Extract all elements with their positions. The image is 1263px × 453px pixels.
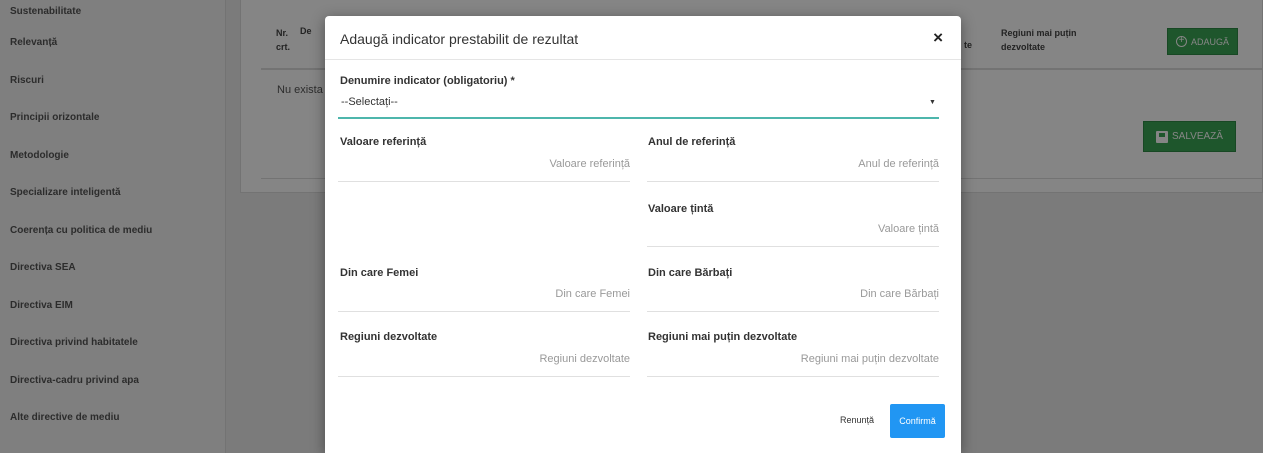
- barbati-label: Din care Bărbați: [648, 267, 733, 279]
- anul-referinta-input[interactable]: Anul de referință: [647, 158, 939, 170]
- add-indicator-modal: Adaugă indicator prestabilit de rezultat…: [325, 16, 961, 453]
- indicator-select-value: --Selectați--: [341, 96, 398, 108]
- field-underline: [338, 376, 630, 377]
- regiuni-mai-putin-input[interactable]: Regiuni mai puțin dezvoltate: [647, 353, 939, 365]
- chevron-down-icon: ▼: [929, 99, 936, 106]
- femei-label: Din care Femei: [340, 267, 419, 279]
- regiuni-dezvoltate-input[interactable]: Regiuni dezvoltate: [338, 353, 630, 365]
- field-underline: [647, 181, 939, 182]
- field-underline: [647, 376, 939, 377]
- femei-input[interactable]: Din care Femei: [338, 288, 630, 300]
- field-underline: [647, 311, 939, 312]
- cancel-button[interactable]: Renunță: [840, 415, 874, 425]
- field-underline: [338, 311, 630, 312]
- select-underline: [338, 117, 939, 119]
- field-underline: [647, 246, 939, 247]
- indicator-label: Denumire indicator (obligatoriu) *: [340, 75, 515, 87]
- regiuni-mai-putin-label: Regiuni mai puțin dezvoltate: [648, 331, 798, 343]
- confirm-button[interactable]: Confirmă: [890, 404, 945, 438]
- close-icon[interactable]: ×: [933, 28, 943, 48]
- field-underline: [338, 181, 630, 182]
- valoare-referinta-label: Valoare referință: [340, 136, 427, 148]
- valoare-referinta-input[interactable]: Valoare referință: [338, 158, 630, 170]
- anul-referinta-label: Anul de referință: [648, 136, 736, 148]
- regiuni-dezvoltate-label: Regiuni dezvoltate: [340, 331, 438, 343]
- barbati-input[interactable]: Din care Bărbați: [647, 288, 939, 300]
- valoare-tinta-input[interactable]: Valoare țintă: [647, 223, 939, 235]
- modal-header: Adaugă indicator prestabilit de rezultat…: [325, 16, 961, 60]
- valoare-tinta-label: Valoare țintă: [648, 203, 714, 215]
- modal-title: Adaugă indicator prestabilit de rezultat: [340, 31, 579, 47]
